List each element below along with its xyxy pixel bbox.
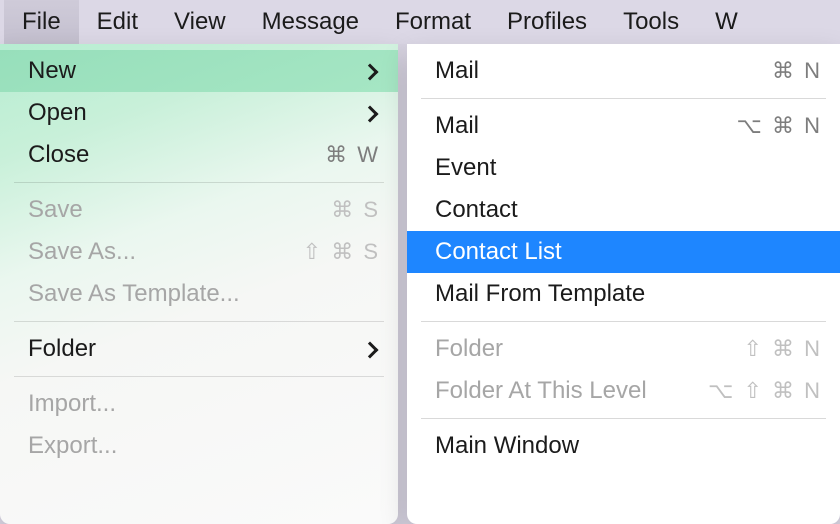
menu-item-label: Mail — [435, 57, 732, 85]
file-export: Export... — [0, 425, 398, 467]
menu-window-partial[interactable]: W — [697, 0, 756, 44]
menu-label: View — [174, 8, 226, 35]
file-close[interactable]: Close ⌘ W — [0, 134, 398, 176]
menu-item-label: Mail — [435, 112, 732, 140]
new-main-window[interactable]: Main Window — [407, 425, 840, 467]
separator — [14, 321, 384, 322]
menu-item-label: Import... — [28, 390, 380, 418]
shortcut: ⌘ S — [290, 197, 380, 223]
menu-label: W — [715, 8, 738, 35]
menu-label: File — [22, 8, 61, 35]
menu-item-label: Contact List — [435, 238, 822, 266]
file-new[interactable]: New — [0, 50, 398, 92]
new-mail[interactable]: Mail ⌘ N — [407, 50, 840, 92]
separator — [421, 98, 826, 99]
shortcut: ⌘ W — [290, 142, 380, 168]
file-save: Save ⌘ S — [0, 189, 398, 231]
menu-item-label: Save As Template... — [28, 280, 380, 308]
file-save-as: Save As... ⇧ ⌘ S — [0, 231, 398, 273]
menu-label: Edit — [97, 8, 138, 35]
new-submenu: Mail ⌘ N Mail ⌥ ⌘ N Event Contact Contac… — [407, 44, 840, 524]
file-dropdown: New Open Close ⌘ W Save ⌘ S Save As... ⇧… — [0, 44, 398, 524]
separator — [421, 321, 826, 322]
file-open[interactable]: Open — [0, 92, 398, 134]
menu-item-label: Folder — [435, 335, 732, 363]
menu-tools[interactable]: Tools — [605, 0, 697, 44]
menu-label: Format — [395, 8, 471, 35]
menu-item-label: Open — [28, 99, 362, 127]
menu-item-label: Close — [28, 141, 290, 169]
menu-item-label: New — [28, 57, 362, 85]
menu-label: Profiles — [507, 8, 587, 35]
separator — [14, 182, 384, 183]
new-mail-alt[interactable]: Mail ⌥ ⌘ N — [407, 105, 840, 147]
menu-item-label: Event — [435, 154, 822, 182]
file-import: Import... — [0, 383, 398, 425]
menu-view[interactable]: View — [156, 0, 244, 44]
new-contact-list[interactable]: Contact List — [407, 231, 840, 273]
menu-item-label: Main Window — [435, 432, 822, 460]
shortcut: ⇧ ⌘ N — [732, 336, 822, 362]
menu-label: Message — [262, 8, 359, 35]
menu-item-label: Contact — [435, 196, 822, 224]
separator — [14, 376, 384, 377]
menu-edit[interactable]: Edit — [79, 0, 156, 44]
menu-message[interactable]: Message — [244, 0, 377, 44]
menubar: File Edit View Message Format Profiles T… — [0, 0, 840, 44]
menu-item-label: Save As... — [28, 238, 290, 266]
separator — [421, 418, 826, 419]
new-contact[interactable]: Contact — [407, 189, 840, 231]
shortcut: ⌘ N — [732, 58, 822, 84]
shortcut: ⇧ ⌘ S — [290, 239, 380, 265]
new-event[interactable]: Event — [407, 147, 840, 189]
shortcut: ⌥ ⌘ N — [732, 113, 822, 139]
menu-item-label: Mail From Template — [435, 280, 822, 308]
shortcut: ⌥ ⇧ ⌘ N — [708, 378, 822, 404]
menu-label: Tools — [623, 8, 679, 35]
chevron-right-icon — [362, 336, 380, 362]
chevron-right-icon — [362, 100, 380, 126]
menus-area: New Open Close ⌘ W Save ⌘ S Save As... ⇧… — [0, 44, 840, 524]
new-folder: Folder ⇧ ⌘ N — [407, 328, 840, 370]
menu-item-label: Export... — [28, 432, 380, 460]
file-save-as-template: Save As Template... — [0, 273, 398, 315]
new-mail-from-template[interactable]: Mail From Template — [407, 273, 840, 315]
menu-item-label: Save — [28, 196, 290, 224]
menu-item-label: Folder At This Level — [435, 377, 708, 405]
chevron-right-icon — [362, 58, 380, 84]
file-folder[interactable]: Folder — [0, 328, 398, 370]
menu-item-label: Folder — [28, 335, 362, 363]
menu-file[interactable]: File — [4, 0, 79, 44]
new-folder-at-level: Folder At This Level ⌥ ⇧ ⌘ N — [407, 370, 840, 412]
menu-profiles[interactable]: Profiles — [489, 0, 605, 44]
menu-format[interactable]: Format — [377, 0, 489, 44]
